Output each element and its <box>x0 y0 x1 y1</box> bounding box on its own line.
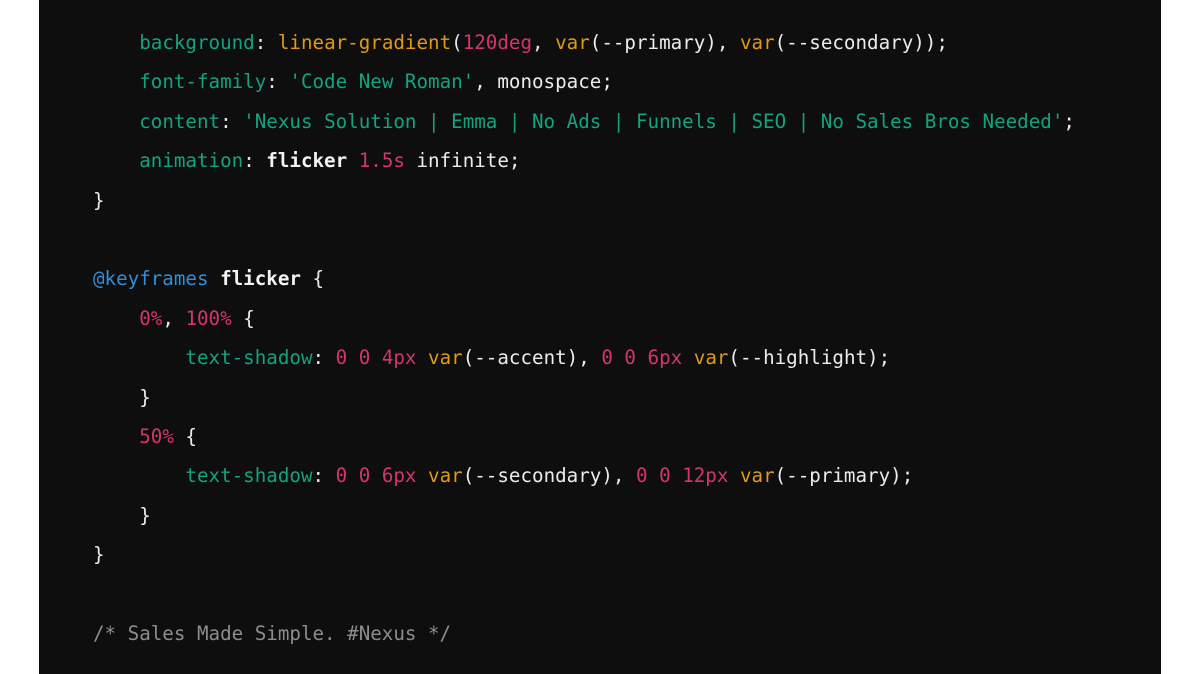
code-line: } <box>93 378 1075 417</box>
plain-token: (--secondary)); <box>774 31 948 54</box>
punctuation-token: : <box>266 70 290 94</box>
code-line: } <box>93 496 1075 535</box>
function-token: var <box>555 31 590 54</box>
string-token: 'Code New Roman' <box>289 70 475 94</box>
punctuation-token: ( <box>451 31 463 54</box>
property-token: text-shadow <box>185 464 313 488</box>
number-token: 100% <box>185 306 232 330</box>
function-token: var <box>739 31 775 54</box>
comment-token: /* Sales Made Simple. #Nexus */ <box>93 621 452 645</box>
plain-token: ; <box>1063 109 1075 133</box>
punctuation-token: : <box>243 149 267 173</box>
code-line: background: linear-gradient(120deg, var(… <box>93 23 1075 62</box>
code-line: animation: flicker 1.5s infinite; <box>93 141 1075 180</box>
code-line: } <box>93 535 1075 574</box>
code-line: } <box>93 181 1075 220</box>
plain-token: (--secondary), <box>462 464 636 488</box>
property-token: text-shadow <box>185 346 313 370</box>
plain-token: (--accent), <box>462 346 602 370</box>
punctuation-token: : <box>312 464 336 488</box>
plain-token: , <box>162 306 186 330</box>
code-line: 50% { <box>93 417 1075 456</box>
punctuation-token: : <box>312 346 336 370</box>
plain-token: , monospace; <box>474 70 613 94</box>
code-line: 0%, 100% { <box>93 299 1075 338</box>
plain-token: } <box>93 188 105 212</box>
code-line: @keyframes flicker { <box>93 259 1075 298</box>
plain-token: { <box>231 306 255 330</box>
number-token: 0% <box>139 306 163 330</box>
function-token: linear-gradient <box>277 31 452 54</box>
punctuation-token: : <box>254 31 278 54</box>
function-token: var <box>693 346 729 370</box>
punctuation-token: , <box>532 31 556 54</box>
property-token: font-family <box>139 70 267 94</box>
number-token: 120deg <box>462 31 533 54</box>
number-token: 1.5s <box>358 149 405 173</box>
code-block: background: linear-gradient(120deg, var(… <box>39 0 1161 674</box>
code-line: text-shadow: 0 0 4px var(--accent), 0 0 … <box>93 338 1075 377</box>
code-line: /* Sales Made Simple. #Nexus */ <box>93 614 1075 653</box>
string-token: 'Nexus Solution | Emma | No Ads | Funnel… <box>243 109 1064 133</box>
code-line: text-shadow: 0 0 6px var(--secondary), 0… <box>93 456 1075 495</box>
plain-token: (--primary), <box>589 31 740 54</box>
code-line: font-family: 'Code New Roman', monospace… <box>93 62 1075 101</box>
code-content: background: linear-gradient(120deg, var(… <box>93 23 1075 653</box>
property-token: animation <box>139 149 244 173</box>
plain-token: { <box>173 424 197 448</box>
number-token: 0 0 4px <box>335 346 417 370</box>
number-token: 0 0 6px <box>335 464 417 488</box>
property-token: background <box>139 31 255 54</box>
number-token: 0 0 6px <box>601 346 683 370</box>
identifier-token: flicker <box>208 267 313 291</box>
number-token: 0 0 12px <box>635 464 729 488</box>
plain-token: (--primary); <box>774 464 914 488</box>
punctuation-token: : <box>220 109 244 133</box>
plain-token: { <box>312 267 325 291</box>
identifier-token: flicker <box>266 149 359 173</box>
plain-token: } <box>93 543 105 567</box>
plain-token: } <box>139 503 151 527</box>
plain-token: (--highlight); <box>728 346 891 370</box>
function-token: var <box>739 464 775 488</box>
property-token: content <box>139 109 221 133</box>
plain-token: } <box>139 385 151 409</box>
code-line: content: 'Nexus Solution | Emma | No Ads… <box>93 102 1075 141</box>
number-token: 50% <box>139 424 174 448</box>
function-token: var <box>428 464 463 488</box>
at-rule-token: @keyframes <box>93 267 209 291</box>
plain-token: infinite; <box>404 149 521 173</box>
function-token: var <box>428 346 463 370</box>
